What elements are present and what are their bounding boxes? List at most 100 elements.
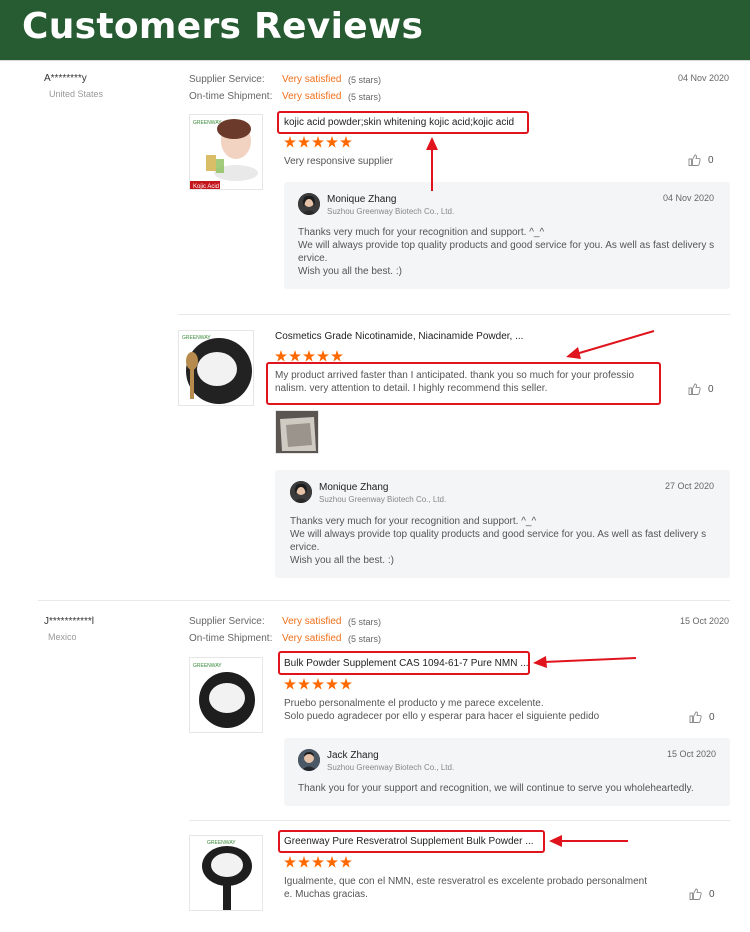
like-count: 0 (708, 154, 714, 166)
product-title-link[interactable]: kojic acid powder;skin whitening kojic a… (284, 117, 514, 128)
thumbs-up-icon (688, 154, 701, 166)
like-count: 0 (708, 383, 714, 395)
star-icon (340, 678, 352, 690)
star-icon (326, 678, 338, 690)
reviewer-name: A********y (44, 73, 87, 84)
like-button[interactable]: 0 (689, 888, 715, 900)
star-rating (284, 856, 352, 868)
supplier-service-stars: (5 stars) (348, 75, 382, 85)
review-photo[interactable] (275, 410, 319, 454)
star-rating (275, 350, 343, 362)
star-icon (275, 350, 287, 362)
product-title-link[interactable]: Bulk Powder Supplement CAS 1094-61-7 Pur… (284, 658, 529, 669)
star-rating (284, 136, 352, 148)
reply-author: Monique Zhang (327, 194, 397, 205)
annotation-arrow (533, 656, 637, 668)
divider (0, 60, 750, 61)
ontime-shipment-label: On-time Shipment: (189, 91, 273, 102)
star-icon (326, 136, 338, 148)
divider (189, 820, 730, 821)
svg-text:GREENWAY: GREENWAY (193, 663, 222, 669)
star-icon (340, 856, 352, 868)
reply-text: Thanks very much for your recognition an… (298, 227, 715, 277)
divider (178, 314, 730, 315)
svg-text:GREENWAY: GREENWAY (182, 335, 211, 341)
reviewer-country: United States (49, 89, 104, 99)
product-thumbnail[interactable]: GREENWAY (178, 330, 254, 406)
star-icon (331, 350, 343, 362)
divider (38, 600, 730, 601)
avatar (298, 749, 320, 771)
page-banner: Customers Reviews (0, 0, 750, 60)
product-thumbnail[interactable]: GREENWAY (189, 657, 263, 733)
svg-text:GREENWAY: GREENWAY (193, 120, 222, 126)
star-rating (284, 678, 352, 690)
star-icon (284, 856, 296, 868)
ontime-shipment-stars: (5 stars) (348, 634, 382, 644)
review-comment: Very responsive supplier (284, 156, 393, 167)
reply-date: 15 Oct 2020 (666, 749, 716, 759)
reviewer-name: J***********l (44, 616, 95, 627)
star-icon (298, 136, 310, 148)
thumbs-up-icon (689, 711, 702, 723)
like-button[interactable]: 0 (688, 154, 714, 166)
star-icon (340, 136, 352, 148)
star-icon (312, 856, 324, 868)
thumbs-up-icon (688, 383, 701, 395)
reply-text: Thanks very much for your recognition an… (290, 516, 707, 566)
annotation-arrow (549, 835, 628, 847)
reply-text: Thank you for your support and recogniti… (298, 783, 694, 794)
resveratrol-product-image: GREENWAY (190, 836, 262, 910)
annotation-arrow (566, 330, 655, 359)
avatar (290, 481, 312, 503)
star-icon (312, 136, 324, 148)
niacinamide-product-image: GREENWAY (179, 331, 253, 405)
ontime-shipment-label: On-time Shipment: (189, 633, 273, 644)
product-title-link[interactable]: Greenway Pure Resveratrol Supplement Bul… (284, 836, 534, 847)
nmn-product-image: GREENWAY (190, 658, 262, 732)
star-icon (284, 136, 296, 148)
product-title-link[interactable]: Cosmetics Grade Nicotinamide, Niacinamid… (275, 331, 523, 342)
customer-photo-image (276, 411, 318, 453)
reply-company: Suzhou Greenway Biotech Co., Ltd. (327, 763, 455, 772)
reply-company: Suzhou Greenway Biotech Co., Ltd. (319, 495, 447, 504)
supplier-service-label: Supplier Service: (189, 74, 265, 85)
ontime-shipment-rating: Very satisfied (282, 633, 342, 644)
review-comment: My product arrived faster than I anticip… (275, 370, 635, 394)
star-icon (312, 678, 324, 690)
reply-author: Jack Zhang (327, 750, 379, 761)
like-button[interactable]: 0 (688, 383, 714, 395)
reviewer-country: Mexico (48, 632, 77, 642)
reply-author: Monique Zhang (319, 482, 389, 493)
annotation-arrow (426, 137, 438, 191)
star-icon (298, 856, 310, 868)
thumbnail-label: Kojic Acid (193, 184, 219, 190)
thumbs-up-icon (689, 888, 702, 900)
star-icon (284, 678, 296, 690)
svg-text:GREENWAY: GREENWAY (207, 840, 236, 846)
review-date: 04 Nov 2020 (677, 73, 729, 83)
supplier-service-stars: (5 stars) (348, 617, 382, 627)
like-count: 0 (709, 711, 715, 723)
star-icon (289, 350, 301, 362)
review-date: 15 Oct 2020 (679, 616, 729, 626)
star-icon (298, 678, 310, 690)
avatar (298, 193, 320, 215)
ontime-shipment-stars: (5 stars) (348, 92, 382, 102)
page-title: Customers Reviews (22, 6, 424, 47)
review-comment: Pruebo personalmente el producto y me pa… (284, 698, 600, 722)
reply-date: 04 Nov 2020 (662, 193, 714, 203)
reply-company: Suzhou Greenway Biotech Co., Ltd. (327, 207, 455, 216)
review-comment: Igualmente, que con el NMN, este resvera… (284, 876, 647, 900)
reply-date: 27 Oct 2020 (664, 481, 714, 491)
kojic-acid-product-image: GREENWAY Kojic Acid (190, 115, 262, 190)
product-thumbnail[interactable]: GREENWAY Kojic Acid (189, 114, 263, 190)
supplier-service-rating: Very satisfied (282, 616, 342, 627)
star-icon (303, 350, 315, 362)
star-icon (326, 856, 338, 868)
ontime-shipment-rating: Very satisfied (282, 91, 342, 102)
like-button[interactable]: 0 (689, 711, 715, 723)
supplier-service-label: Supplier Service: (189, 616, 265, 627)
star-icon (317, 350, 329, 362)
product-thumbnail[interactable]: GREENWAY (189, 835, 263, 911)
